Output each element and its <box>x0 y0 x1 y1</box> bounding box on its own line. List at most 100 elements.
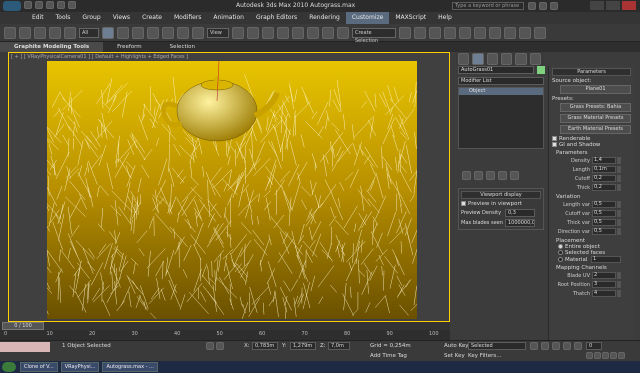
spinner-arrows-icon[interactable] <box>617 210 621 217</box>
object-color-swatch[interactable] <box>537 66 545 74</box>
percent-snap-icon[interactable] <box>307 26 319 39</box>
zoom-icon[interactable] <box>586 352 593 359</box>
menu-animation[interactable]: Animation <box>207 12 250 24</box>
redo-icon[interactable] <box>68 1 76 9</box>
new-file-icon[interactable] <box>24 1 32 9</box>
modify-tab-icon[interactable] <box>472 53 484 65</box>
mapping-spinner[interactable]: 4 <box>592 290 616 297</box>
keyboard-shortcut-icon[interactable] <box>262 26 274 39</box>
perspective-viewport[interactable]: [ + ] [ VRayPhysicalCamera01 ] [ Default… <box>8 52 450 322</box>
spinner-arrows-icon[interactable] <box>617 272 621 279</box>
menu-graph-editors[interactable]: Graph Editors <box>250 12 303 24</box>
menu-views[interactable]: Views <box>107 12 136 24</box>
pin-stack-icon[interactable] <box>462 171 471 180</box>
help-icon[interactable] <box>550 2 558 10</box>
select-manipulate-icon[interactable] <box>247 26 259 39</box>
motion-tab-icon[interactable] <box>500 53 513 65</box>
unlink-icon[interactable] <box>49 26 61 39</box>
menu-help[interactable]: Help <box>432 12 458 24</box>
viewport-label[interactable]: [ + ] [ VRayPhysicalCamera01 ] [ Default… <box>11 54 188 60</box>
time-slider-track[interactable]: 0 / 100 <box>0 322 450 330</box>
select-by-name-icon[interactable] <box>117 26 129 39</box>
rotate-icon[interactable] <box>177 26 189 39</box>
stack-item-object[interactable]: Object <box>459 88 543 95</box>
renderable-checkbox[interactable] <box>552 136 557 141</box>
orbit-icon[interactable] <box>610 352 617 359</box>
move-icon[interactable] <box>162 26 174 39</box>
undo-tool-icon[interactable] <box>4 26 16 39</box>
preview-checkbox[interactable] <box>461 201 466 206</box>
next-frame-icon[interactable] <box>563 342 571 350</box>
save-file-icon[interactable] <box>46 1 54 9</box>
variation-spinner[interactable]: 0,5 <box>592 228 616 235</box>
y-coordinate-field[interactable]: 1,279m <box>290 342 316 350</box>
time-slider[interactable]: 0 / 100 <box>2 322 44 330</box>
add-time-tag[interactable]: Add Time Tag <box>370 353 407 359</box>
spinner-arrows-icon[interactable] <box>617 290 621 297</box>
maximize-viewport-icon[interactable] <box>618 352 625 359</box>
maxscript-listener[interactable] <box>0 342 50 352</box>
track-bar[interactable]: 0 10 20 30 40 50 60 70 80 90 100 <box>0 330 450 340</box>
auto-key-label[interactable]: Auto Key <box>444 343 469 349</box>
pivot-center-icon[interactable] <box>232 26 244 39</box>
make-unique-icon[interactable] <box>486 171 495 180</box>
mapping-spinner[interactable]: 2 <box>592 272 616 279</box>
selection-filter-dropdown[interactable]: All <box>79 27 99 38</box>
star-icon[interactable] <box>539 2 547 10</box>
edit-named-selection-icon[interactable] <box>337 26 349 39</box>
scale-icon[interactable] <box>192 26 204 39</box>
x-coordinate-field[interactable]: 0,783m <box>252 342 278 350</box>
earth-material-presets-button[interactable]: Earth Material Presets <box>560 125 631 134</box>
search-icon[interactable] <box>528 2 536 10</box>
lock-selection-icon[interactable] <box>206 342 214 350</box>
rectangular-selection-icon[interactable] <box>132 26 144 39</box>
rendered-frame-window-icon[interactable] <box>519 26 531 39</box>
absolute-mode-icon[interactable] <box>216 342 224 350</box>
minimize-icon[interactable] <box>590 1 604 10</box>
configure-sets-icon[interactable] <box>510 171 519 180</box>
maximize-icon[interactable] <box>606 1 620 10</box>
spinner-arrows-icon[interactable] <box>617 175 621 182</box>
modifier-list-dropdown[interactable]: Modifier List <box>458 77 544 85</box>
selected-faces-radio[interactable] <box>558 250 563 255</box>
spinner-arrows-icon[interactable] <box>617 157 621 164</box>
show-end-result-icon[interactable] <box>474 171 483 180</box>
spinner-arrows-icon[interactable] <box>617 201 621 208</box>
grass-material-presets-button[interactable]: Grass Material Presets <box>560 114 631 123</box>
spinner-arrows-icon[interactable] <box>617 166 621 173</box>
reference-coordinate-dropdown[interactable]: View <box>207 27 229 38</box>
parameter-spinner[interactable]: 1,4 <box>592 157 616 164</box>
link-icon[interactable] <box>34 26 46 39</box>
menu-tools[interactable]: Tools <box>50 12 77 24</box>
bind-space-warp-icon[interactable] <box>64 26 76 39</box>
key-filters-button[interactable]: Key Filters... <box>468 353 501 359</box>
menu-customize[interactable]: Customize <box>345 12 390 24</box>
zoom-all-icon[interactable] <box>594 352 601 359</box>
angle-snap-icon[interactable] <box>292 26 304 39</box>
menu-modifiers[interactable]: Modifiers <box>168 12 207 24</box>
window-crossing-icon[interactable] <box>147 26 159 39</box>
redo-tool-icon[interactable] <box>19 26 31 39</box>
snaps-toggle-icon[interactable] <box>277 26 289 39</box>
close-icon[interactable] <box>622 1 636 10</box>
mapping-spinner[interactable]: 3 <box>592 281 616 288</box>
key-selection-dropdown[interactable]: Selected <box>468 342 526 350</box>
mirror-icon[interactable] <box>399 26 411 39</box>
menu-create[interactable]: Create <box>136 12 168 24</box>
taskbar-item[interactable]: VRayPhysi... <box>60 362 100 372</box>
menu-rendering[interactable]: Rendering <box>303 12 346 24</box>
app-icon[interactable] <box>3 1 21 11</box>
max-blades-field[interactable]: 1000000,0 <box>505 219 535 227</box>
curve-editor-icon[interactable] <box>459 26 471 39</box>
go-to-end-icon[interactable] <box>574 342 582 350</box>
pan-icon[interactable] <box>602 352 609 359</box>
spinner-arrows-icon[interactable] <box>617 184 621 191</box>
set-key-label[interactable]: Set Key <box>444 353 465 359</box>
spinner-arrows-icon[interactable] <box>617 281 621 288</box>
hierarchy-tab-icon[interactable] <box>486 53 498 65</box>
parameter-spinner[interactable]: 0,2 <box>592 184 616 191</box>
parameter-spinner[interactable]: 0,1m <box>592 166 616 173</box>
align-icon[interactable] <box>414 26 426 39</box>
ribbon-tab-graphite-modeling-tools[interactable]: Graphite Modeling Tools <box>0 42 104 52</box>
ribbon-tab-selection[interactable]: Selection <box>156 42 209 52</box>
